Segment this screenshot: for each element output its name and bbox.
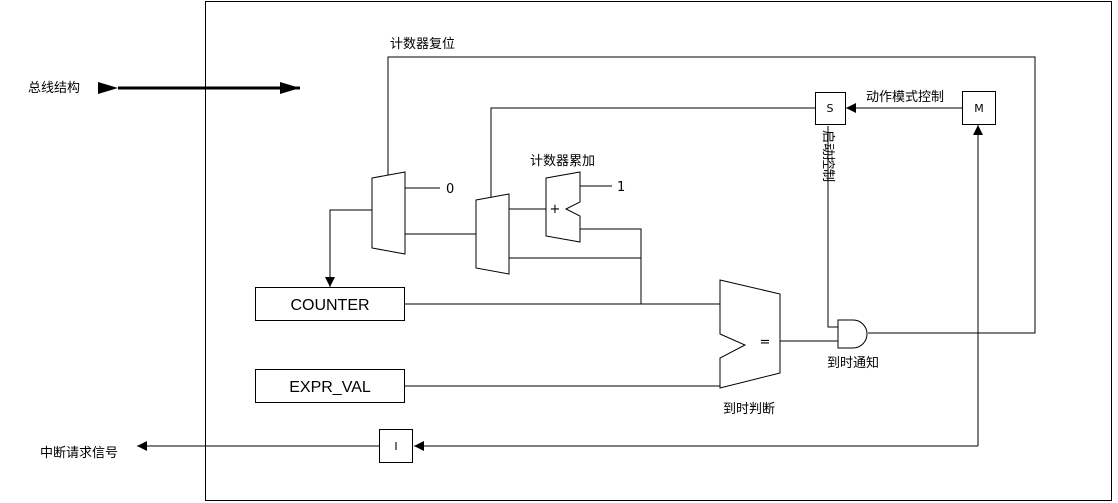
counter-register-label: COUNTER: [290, 297, 369, 314]
timer-block-diagram: 总线结构 计数器复位 计数器累加 动作模式控制 启动控制 到时通知 到时判断 中…: [28, 1, 1112, 501]
start-select-wire: [490, 107, 815, 197]
counter-accumulate-label: 计数器累加: [530, 154, 595, 169]
zero-constant: 0: [446, 182, 454, 197]
comparator-equals-sign: =: [760, 335, 771, 350]
timeout-judge-label: 到时判断: [723, 402, 775, 417]
timeout-notify-label: 到时通知: [827, 355, 879, 371]
m-block-label: M: [974, 102, 984, 115]
counter-reset-label: 计数器复位: [390, 37, 455, 52]
comparator: [719, 279, 781, 389]
mux-to-counter-wire: [325, 209, 372, 287]
module-boundary: [205, 1, 1112, 501]
reset-mux: [371, 171, 406, 255]
one-constant: 1: [617, 180, 625, 195]
adder-plus-sign: +: [550, 202, 561, 217]
accumulate-mux: [475, 193, 510, 275]
and-gate: [837, 319, 868, 349]
irq-label: 中断请求信号: [40, 446, 118, 461]
s-block-label: S: [827, 102, 834, 115]
mode-control-label: 动作模式控制: [866, 90, 944, 105]
expr-val-register-label: EXPR_VAL: [289, 379, 371, 396]
start-control-label: 启动控制: [820, 130, 835, 182]
i-block-label: I: [394, 440, 397, 453]
feedback-to-adder-wire: [580, 228, 642, 304]
bus-label: 总线结构: [28, 81, 80, 96]
